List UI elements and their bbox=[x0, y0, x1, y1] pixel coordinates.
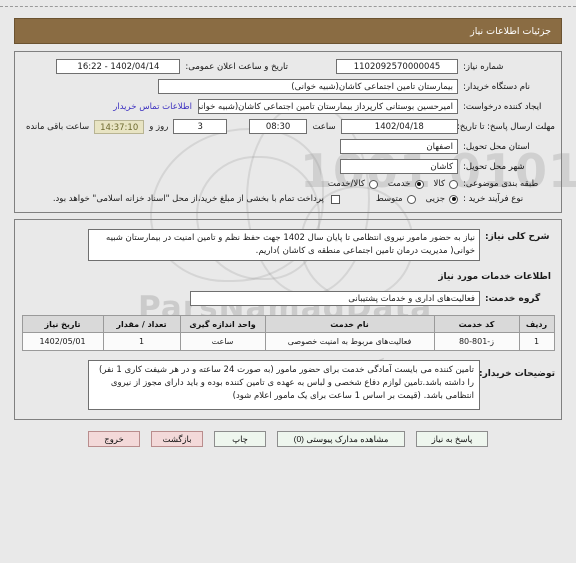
row-summary: شرح کلی نیاز: نیاز به حضور مامور نیروی ا… bbox=[21, 229, 555, 261]
deadline-label: مهلت ارسال پاسخ: تا تاریخ: bbox=[457, 121, 555, 132]
radio-category-khedmat[interactable] bbox=[414, 179, 424, 189]
radio-process-motavaset-label: متوسط bbox=[375, 194, 403, 204]
process-type-label: نوع فرآیند خرید : bbox=[463, 194, 524, 204]
view-attachments-button[interactable]: مشاهده مدارک پیوستی (0) bbox=[277, 431, 405, 447]
countdown-timer: 14:37:10 bbox=[94, 119, 145, 134]
summary-value: نیاز به حضور مامور نیروی انتظامی تا پایا… bbox=[88, 229, 480, 261]
cell-service-code: ز-801-80 bbox=[433, 332, 520, 351]
radio-category-kala[interactable] bbox=[449, 179, 458, 189]
service-group-value: فعالیت‌های اداری و خدمات پشتیبانی bbox=[190, 291, 480, 306]
col-unit: واحد اندازه گیری bbox=[179, 315, 266, 333]
need-number-value: 1102092570000045 bbox=[336, 59, 458, 74]
radio-category-kala-khedmat-label: کالا/خدمت bbox=[327, 179, 365, 189]
remaining-label: ساعت باقی مانده bbox=[26, 121, 90, 132]
row-process-type: نوع فرآیند خرید : جزیی متوسط پرداخت تمام… bbox=[21, 194, 555, 204]
buyer-explanations-value: تامین کننده می بایست آمادگی خدمت برای حض… bbox=[88, 360, 480, 410]
announce-label: تاریخ و ساعت اعلان عمومی: bbox=[185, 61, 288, 72]
service-group-label: گروه خدمت: bbox=[485, 293, 541, 304]
cell-need-date: 1402/05/01 bbox=[21, 332, 104, 351]
need-number-label: شماره نیاز: bbox=[463, 61, 504, 72]
page-root: جزئیات اطلاعات نیاز شماره نیاز: 11020925… bbox=[0, 6, 576, 447]
row-deadline: مهلت ارسال پاسخ: تا تاریخ: 1402/04/18 سا… bbox=[21, 119, 555, 134]
need-body-panel: شرح کلی نیاز: نیاز به حضور مامور نیروی ا… bbox=[14, 219, 562, 420]
page-title: جزئیات اطلاعات نیاز bbox=[14, 18, 562, 44]
province-label: استان محل تحویل: bbox=[463, 141, 530, 152]
row-need-number: شماره نیاز: 1102092570000045 تاریخ و ساع… bbox=[21, 59, 555, 74]
col-need-date: تاریخ نیاز bbox=[21, 315, 104, 333]
buyer-org-value: بیمارستان تامین اجتماعی کاشان(شبیه خوانی… bbox=[158, 79, 458, 94]
radio-category-khedmat-label: خدمت bbox=[387, 179, 411, 189]
print-button[interactable]: چاپ bbox=[214, 431, 266, 447]
summary-label: شرح کلی نیاز: bbox=[485, 232, 550, 242]
table-row[interactable]: 1 ز-801-80 فعالیت‌های مربوط به امنیت خصو… bbox=[21, 332, 555, 351]
col-quantity: تعداد / مقدار bbox=[102, 315, 181, 333]
radio-process-motavaset[interactable] bbox=[406, 194, 416, 204]
cell-quantity: 1 bbox=[102, 332, 181, 351]
creator-value: امیرحسین بوستانی کارپرداز بیمارستان تامی… bbox=[198, 99, 458, 114]
hour-label: ساعت bbox=[312, 121, 336, 132]
need-details-panel: شماره نیاز: 1102092570000045 تاریخ و ساع… bbox=[14, 51, 562, 213]
city-label: شهر محل تحویل: bbox=[463, 161, 525, 172]
cell-service-name: فعالیت‌های مربوط به امنیت خصوصی bbox=[264, 332, 435, 351]
row-service-group: گروه خدمت: فعالیت‌های اداری و خدمات پشتی… bbox=[21, 291, 555, 306]
radio-category-kala-khedmat[interactable] bbox=[368, 179, 378, 189]
exit-button[interactable]: خروج bbox=[88, 431, 140, 447]
radio-process-jozei[interactable] bbox=[449, 194, 458, 204]
province-value: اصفهان bbox=[340, 139, 458, 154]
answer-need-button[interactable]: پاسخ به نیاز bbox=[416, 431, 488, 447]
col-service-name: نام خدمت bbox=[264, 315, 435, 333]
deadline-date-value: 1402/04/18 bbox=[340, 119, 458, 134]
row-creator: ایجاد کننده درخواست: امیرحسین بوستانی کا… bbox=[21, 99, 555, 114]
buyer-org-label: نام دستگاه خریدار: bbox=[463, 81, 530, 92]
col-service-code: کد خدمت bbox=[433, 315, 520, 333]
row-province: استان محل تحویل: اصفهان bbox=[21, 139, 555, 154]
buyer-explanations-label: توضیحات خریدار: bbox=[479, 369, 555, 379]
radio-process-jozei-label: جزیی bbox=[425, 194, 445, 204]
city-value: کاشان bbox=[340, 159, 458, 174]
creator-label: ایجاد کننده درخواست: bbox=[463, 101, 542, 112]
back-button[interactable]: بازگشت bbox=[151, 431, 203, 447]
category-label: طبقه بندی موضوعی: bbox=[463, 179, 539, 189]
action-button-bar: پاسخ به نیاز مشاهده مدارک پیوستی (0) چاپ… bbox=[0, 431, 576, 447]
treasury-note: پرداخت تمام با بخشی از مبلغ خرید،از محل … bbox=[52, 194, 324, 204]
cell-row-no: 1 bbox=[518, 332, 555, 351]
buyer-contact-link[interactable]: اطلاعات تماس خریدار bbox=[113, 102, 198, 112]
checkbox-treasury-documents[interactable] bbox=[330, 194, 340, 204]
remaining-days-value: 3 bbox=[173, 119, 228, 134]
radio-category-kala-label: کالا bbox=[433, 179, 445, 189]
row-city: شهر محل تحویل: کاشان bbox=[21, 159, 555, 174]
top-divider bbox=[0, 6, 576, 10]
services-section-title: اطلاعات خدمات مورد نیاز bbox=[438, 272, 551, 282]
row-buyer-org: نام دستگاه خریدار: بیمارستان تامین اجتما… bbox=[21, 79, 555, 94]
row-buyer-explanations: توضیحات خریدار: تامین کننده می بایست آما… bbox=[21, 360, 555, 410]
announce-value: 1402/04/14 - 16:22 bbox=[56, 59, 181, 74]
row-category: طبقه بندی موضوعی: کالا خدمت کالا/خدمت bbox=[21, 179, 555, 189]
table-header-row: ردیف کد خدمت نام خدمت واحد اندازه گیری ت… bbox=[21, 315, 555, 333]
col-row-no: ردیف bbox=[518, 315, 555, 333]
deadline-hour-value: 08:30 bbox=[248, 119, 308, 134]
services-table: ردیف کد خدمت نام خدمت واحد اندازه گیری ت… bbox=[21, 315, 555, 351]
cell-unit: ساعت bbox=[179, 332, 266, 351]
days-label: روز و bbox=[149, 121, 169, 132]
